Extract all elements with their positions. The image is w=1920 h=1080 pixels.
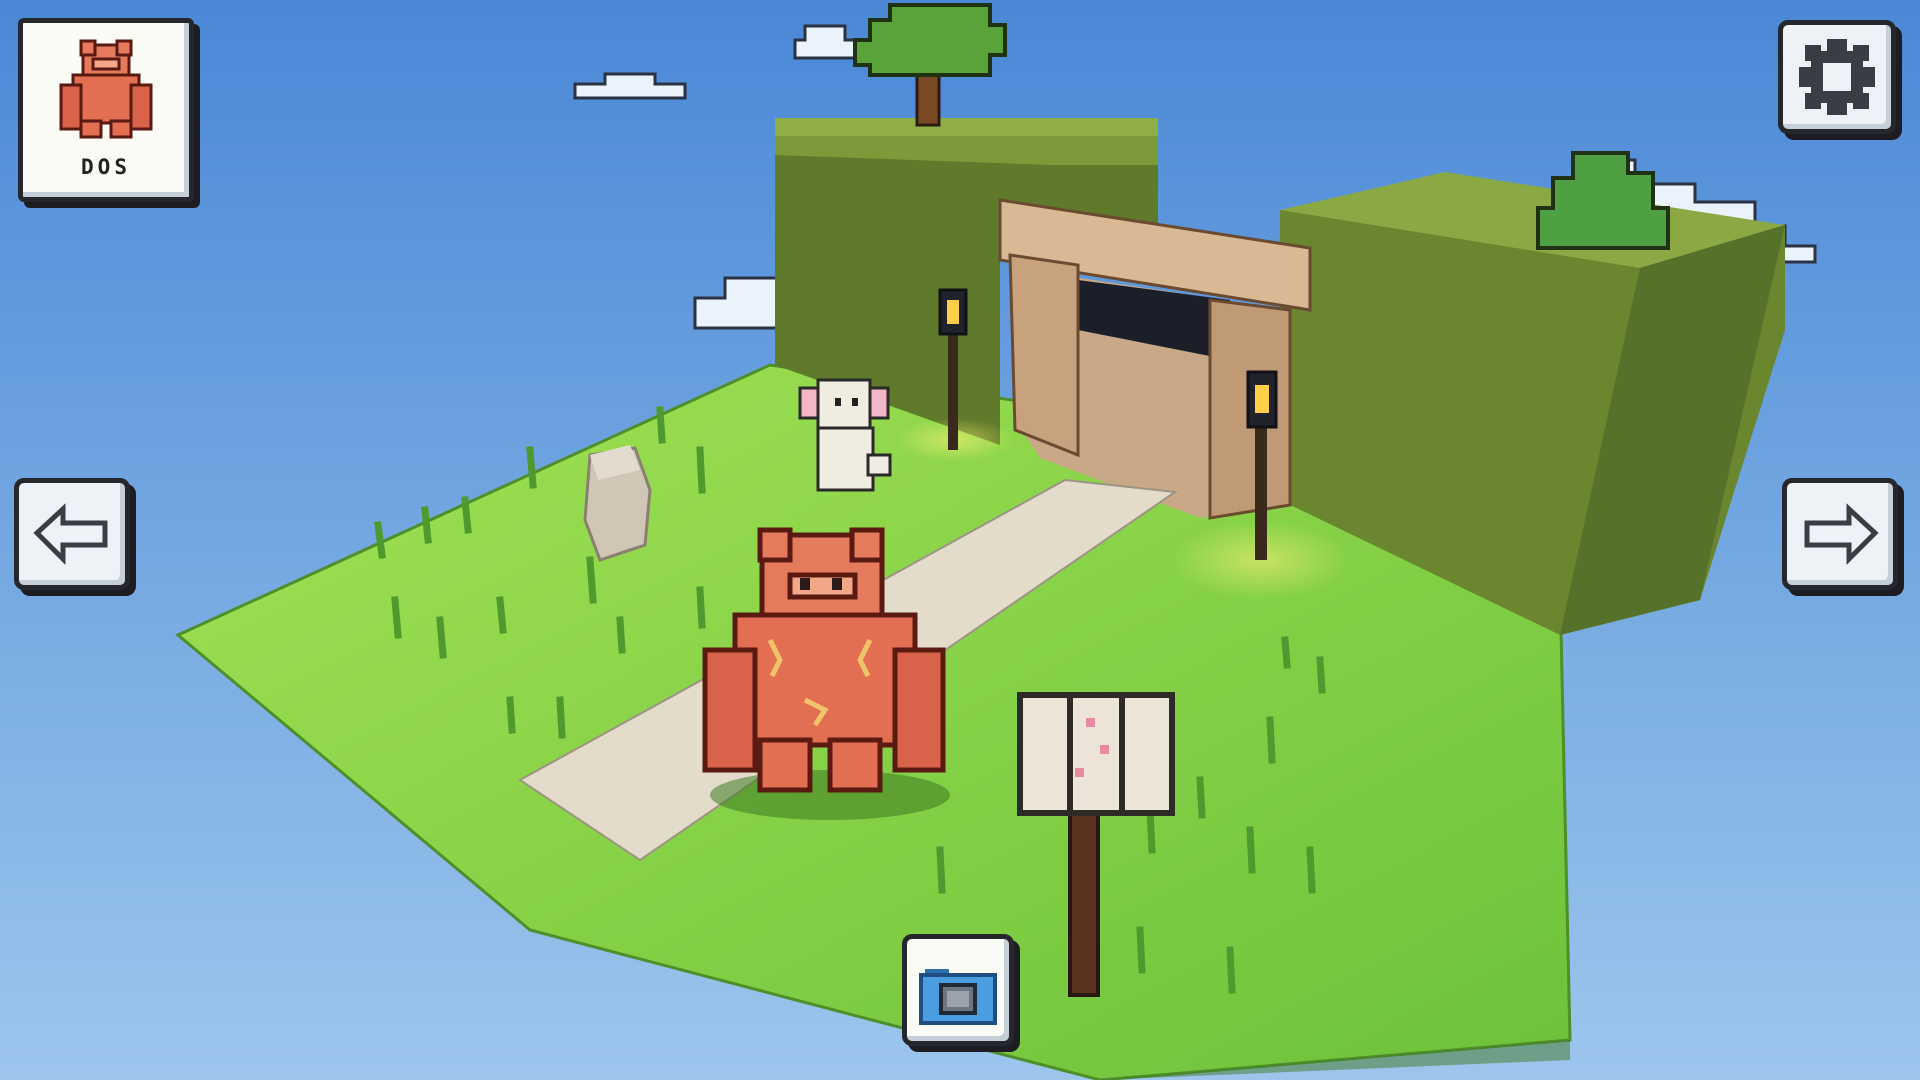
game-scene — [0, 0, 1920, 1080]
grave-stone — [583, 445, 652, 562]
camera-icon — [919, 969, 997, 1025]
next-button[interactable] — [1782, 478, 1898, 590]
arrow-left-icon — [33, 503, 108, 566]
settings-button[interactable] — [1778, 20, 1896, 134]
gear-icon — [1799, 39, 1875, 115]
muscular-creature-portrait-icon — [59, 39, 153, 139]
previous-button[interactable] — [14, 478, 130, 590]
camera-button[interactable] — [902, 934, 1014, 1046]
character-card[interactable]: DOS — [18, 18, 194, 202]
arrow-right-icon — [1804, 503, 1879, 566]
character-name: DOS — [81, 155, 131, 179]
